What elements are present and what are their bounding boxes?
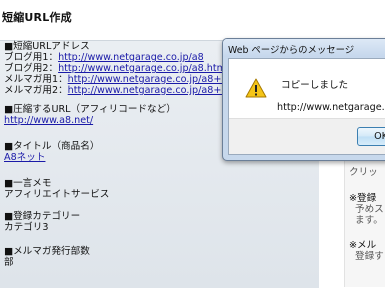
short-url-link[interactable]: http://www.netgarage.co.jp/a8 (58, 52, 204, 63)
mailmag-count-heading: ■メルマガ発行部数 (4, 246, 90, 257)
short-url-label: メルマガ用1： (4, 74, 68, 85)
short-url-link[interactable]: http://www.netgarage.co.jp/a8+m (68, 74, 231, 85)
category-heading: ■登録カテゴリー (4, 211, 81, 222)
short-url-heading: ■短縮URLアドレス (4, 41, 90, 52)
short-url-row: メルマガ用1：http://www.netgarage.co.jp/a8+m (4, 74, 256, 85)
title-section: ■タイトル（商品名） A8ネット (4, 141, 99, 163)
dialog-body: コピーしました http://www.netgarage.co.jp/a8 OK (228, 58, 385, 155)
title-heading: ■タイトル（商品名） (4, 141, 100, 152)
short-url-link[interactable]: http://www.netgarage.co.jp/a8.html (58, 63, 229, 74)
dialog-title: Web ページからのメッセージ (228, 45, 355, 56)
dialog-message: コピーしました (281, 80, 349, 91)
right-panel-text: クリッ (349, 167, 378, 178)
title-link[interactable]: A8ネット (4, 152, 99, 163)
mailmag-count-section: ■メルマガ発行部数 部 (4, 246, 90, 268)
mailmag-count-value: 部 (4, 257, 14, 268)
right-panel-text: ます。 (355, 215, 383, 226)
short-url-row: メルマガ用2：http://www.netgarage.co.jp/a8+m.h… (4, 85, 256, 96)
dialog-footer: OK (229, 118, 385, 154)
short-url-label: ブログ用1： (4, 52, 59, 63)
message-dialog: Web ページからのメッセージ コピーしました http://www.netga… (222, 38, 385, 161)
dialog-titlebar[interactable]: Web ページからのメッセージ (223, 39, 385, 57)
memo-section: ■一言メモ アフィリエイトサービス (4, 178, 109, 200)
right-panel-text: 登録す (355, 251, 384, 262)
short-url-row: ブログ用1：http://www.netgarage.co.jp/a8 (4, 52, 256, 63)
warning-icon (245, 78, 267, 98)
target-url-heading: ■圧縮するURL（アフィリコードなど） (4, 104, 176, 115)
right-panel-text: 予めス (355, 204, 384, 215)
memo-value: アフィリエイトサービス (4, 189, 110, 200)
target-url-section: ■圧縮するURL（アフィリコードなど） http://www.a8.net/ (4, 104, 176, 126)
memo-heading: ■一言メモ (4, 178, 52, 189)
right-panel-text: ※登録 (349, 193, 377, 204)
target-url-link[interactable]: http://www.a8.net/ (4, 115, 176, 126)
category-value: カテゴリ3 (4, 222, 49, 233)
ok-button[interactable]: OK (357, 127, 385, 146)
short-url-label: ブログ用2： (4, 63, 59, 74)
right-panel-text: ※メル (349, 240, 377, 251)
short-url-row: ブログ用2：http://www.netgarage.co.jp/a8.html (4, 63, 256, 74)
short-url-label: メルマガ用2： (4, 85, 68, 96)
dialog-url: http://www.netgarage.co.jp/a8 (277, 102, 385, 113)
short-url-section: ■短縮URLアドレス ブログ用1：http://www.netgarage.co… (4, 41, 256, 96)
category-section: ■登録カテゴリー カテゴリ3 (4, 211, 80, 233)
page-title: 短縮URL作成 (2, 11, 72, 24)
